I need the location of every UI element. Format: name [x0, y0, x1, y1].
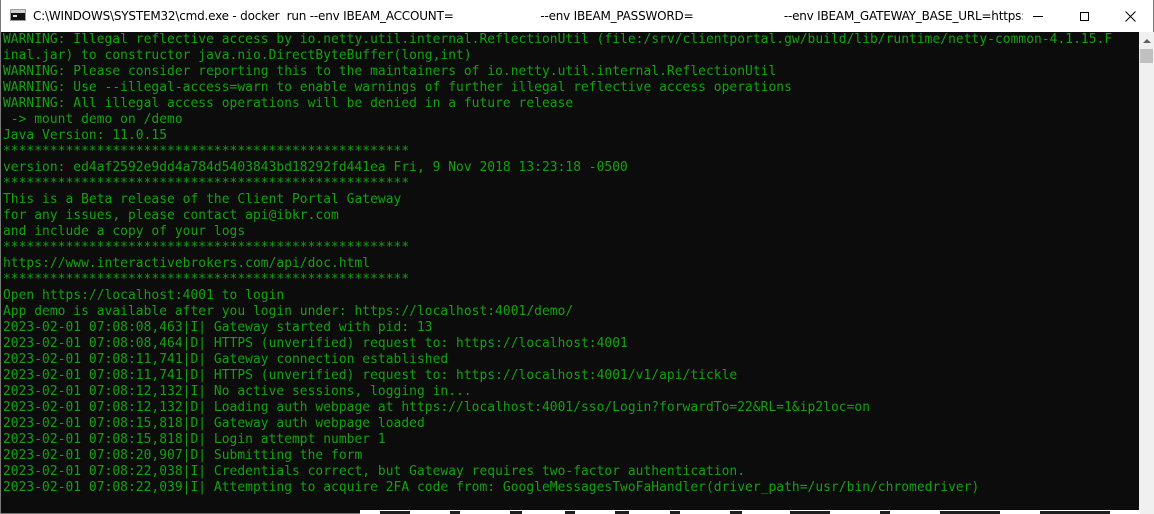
vertical-scrollbar[interactable]	[1139, 32, 1154, 514]
console-output[interactable]: WARNING: Illegal reflective access by io…	[3, 32, 1139, 514]
close-icon	[1124, 10, 1136, 22]
terminal-window: C:\WINDOWS\SYSTEM32\cmd.exe - docker run…	[0, 0, 1154, 514]
scroll-track[interactable]	[1139, 49, 1154, 514]
minimize-icon	[1033, 15, 1043, 17]
scroll-thumb[interactable]	[1140, 49, 1153, 63]
console-line: 2023-02-01 07:08:12,132|D| Loading auth …	[3, 400, 870, 415]
minimize-button[interactable]	[1015, 0, 1061, 32]
console-line: 2023-02-01 07:08:08,463|I| Gateway start…	[3, 320, 433, 335]
console-line: ****************************************…	[3, 240, 410, 255]
close-button[interactable]	[1107, 0, 1153, 32]
console-line: inal.jar) to constructor java.nio.Direct…	[3, 48, 472, 63]
console-line: 2023-02-01 07:08:20,907|D| Submitting th…	[3, 448, 363, 463]
console-line: This is a Beta release of the Client Por…	[3, 192, 402, 207]
console-line: -> mount demo on /demo	[3, 112, 183, 127]
console-line: 2023-02-01 07:08:11,741|D| Gateway conne…	[3, 352, 449, 367]
console-line: ****************************************…	[3, 144, 410, 159]
title-bar[interactable]: C:\WINDOWS\SYSTEM32\cmd.exe - docker run…	[1, 0, 1153, 32]
maximize-icon	[1079, 11, 1089, 21]
console-line: 2023-02-01 07:08:15,818|D| Gateway auth …	[3, 416, 425, 431]
background-window-edge	[360, 510, 1140, 514]
console-line: WARNING: Illegal reflective access by io…	[3, 32, 1113, 47]
console-line: 2023-02-01 07:08:22,038|I| Credentials c…	[3, 464, 746, 479]
console-line: and include a copy of your logs	[3, 224, 246, 239]
console-line: for any issues, please contact api@ibkr.…	[3, 208, 339, 223]
maximize-button[interactable]	[1061, 0, 1107, 32]
arrow-up-icon	[1142, 38, 1151, 43]
console-line: WARNING: Please consider reporting this …	[3, 64, 777, 79]
console-line: Java Version: 11.0.15	[3, 128, 168, 143]
console-line: 2023-02-01 07:08:12,132|I| No active ses…	[3, 384, 472, 399]
console-line: https://www.interactivebrokers.com/api/d…	[3, 256, 371, 271]
console-line: ****************************************…	[3, 176, 410, 191]
window-title: C:\WINDOWS\SYSTEM32\cmd.exe - docker run…	[33, 9, 1023, 23]
console-line: App demo is available after you login un…	[3, 304, 574, 319]
console-line: Open https://localhost:4001 to login	[3, 288, 285, 303]
console-line: ****************************************…	[3, 272, 410, 287]
console-line: 2023-02-01 07:08:11,741|D| HTTPS (unveri…	[3, 368, 738, 383]
console-line: WARNING: All illegal access operations w…	[3, 96, 574, 111]
console-line: 2023-02-01 07:08:08,464|D| HTTPS (unveri…	[3, 336, 628, 351]
console-line: 2023-02-01 07:08:22,039|I| Attempting to…	[3, 480, 980, 495]
scroll-up-button[interactable]	[1139, 32, 1154, 49]
cmd-icon[interactable]	[10, 9, 26, 21]
console-line: version: ed4af2592e9dd4a784d5403843bd182…	[3, 160, 628, 175]
console-line: 2023-02-01 07:08:15,818|D| Login attempt…	[3, 432, 386, 447]
console-line: WARNING: Use --illegal-access=warn to en…	[3, 80, 792, 95]
